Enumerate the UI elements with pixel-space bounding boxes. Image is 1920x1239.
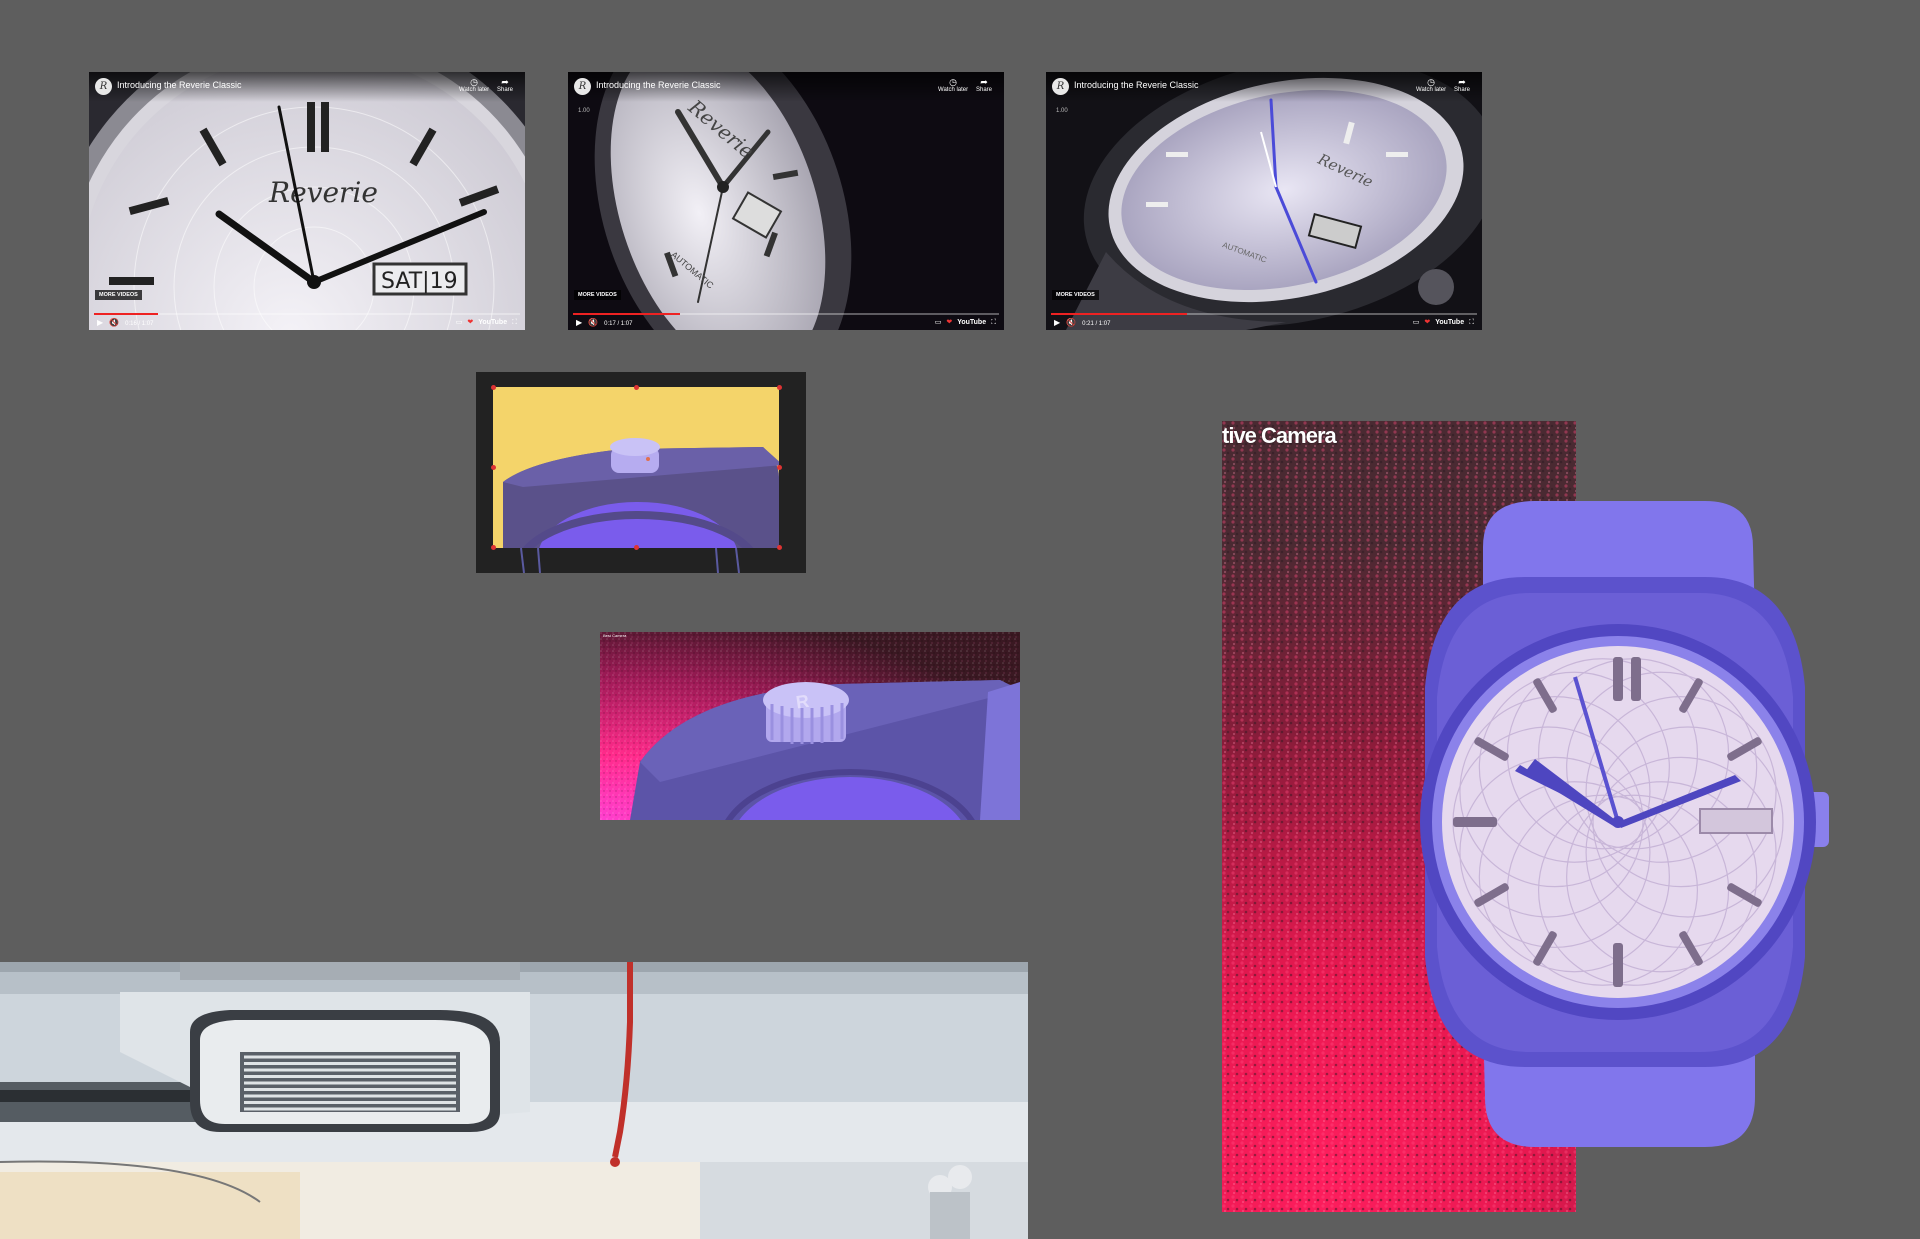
channel-icon[interactable]: R <box>1052 78 1069 95</box>
player-controls: ▶ 🔇 0:21 / 1:07 <box>1054 318 1116 327</box>
watch-closeup-scene: Reverie SAT|19 <box>89 72 525 330</box>
more-videos-button[interactable]: MORE VIDEOS <box>1052 290 1099 300</box>
progress-fill <box>94 313 158 315</box>
dial-brand-text: Reverie <box>268 176 378 209</box>
time-display: 0:16 / 1:07 <box>125 321 154 327</box>
leg-lines <box>520 548 541 573</box>
settings-icon[interactable]: ❤ <box>467 319 473 326</box>
mute-icon[interactable]: 🔇 <box>588 318 598 327</box>
leg-lines <box>715 548 740 573</box>
selection-frame[interactable] <box>493 387 779 548</box>
crown-render-scene: R <box>600 632 1020 820</box>
date-window: SAT|19 <box>381 269 458 294</box>
youtube-logo[interactable]: YouTube <box>478 319 507 326</box>
share-icon: ➦ <box>1458 77 1466 87</box>
mute-icon[interactable]: 🔇 <box>109 318 119 327</box>
progress-bar[interactable] <box>573 313 999 315</box>
date-window <box>1699 808 1773 834</box>
youtube-logo[interactable]: YouTube <box>1435 319 1464 326</box>
player-right-controls: ▭ ❤ YouTube ⛶ <box>930 318 996 327</box>
captions-icon[interactable]: ▭ <box>1413 319 1420 326</box>
progress-bar[interactable] <box>1051 313 1477 315</box>
video-title[interactable]: Introducing the Reverie Classic <box>1074 80 1199 90</box>
resize-handle[interactable] <box>777 385 782 390</box>
captions-icon[interactable]: ▭ <box>935 319 942 326</box>
clock-icon: ◷ <box>470 77 478 87</box>
more-videos-button[interactable]: MORE VIDEOS <box>95 290 142 300</box>
progress-bar[interactable] <box>94 313 520 315</box>
captions-icon[interactable]: ▭ <box>456 319 463 326</box>
progress-fill <box>1051 313 1188 315</box>
watch-illustration[interactable] <box>1375 497 1845 1151</box>
render-preview[interactable]: Best Camera R <box>600 632 1020 820</box>
play-icon[interactable]: ▶ <box>97 318 103 327</box>
youtube-logo[interactable]: YouTube <box>957 319 986 326</box>
clock-icon: ◷ <box>949 77 957 87</box>
watch-side-scene: Reverie AUTOMATIC <box>568 72 1004 330</box>
watch-later-button[interactable]: ◷ Watch later <box>1416 77 1446 93</box>
channel-icon[interactable]: R <box>574 78 591 95</box>
video-title[interactable]: Introducing the Reverie Classic <box>596 80 721 90</box>
settings-icon[interactable]: ❤ <box>946 319 952 326</box>
video-thumbnail-1[interactable]: Reverie SAT|19 R Introducing the Reverie… <box>89 72 525 330</box>
speed-tag: 1.00 <box>1056 108 1068 114</box>
settings-icon[interactable]: ❤ <box>1424 319 1430 326</box>
channel-icon[interactable]: R <box>95 78 112 95</box>
share-icon: ➦ <box>980 77 988 87</box>
player-controls: ▶ 🔇 0:16 / 1:07 <box>97 318 159 327</box>
resize-handle[interactable] <box>634 545 639 550</box>
watch-crown-render <box>503 438 779 548</box>
time-display: 0:17 / 1:07 <box>604 321 633 327</box>
editor-viewport[interactable] <box>476 372 806 573</box>
video-thumbnail-3[interactable]: Reverie AUTOMATIC R Introducing the Reve… <box>1046 72 1482 330</box>
play-icon[interactable]: ▶ <box>576 318 582 327</box>
ceiling-photo <box>0 962 1028 1239</box>
time-display: 0:21 / 1:07 <box>1082 321 1111 327</box>
fullscreen-icon[interactable]: ⛶ <box>512 319 517 326</box>
crown-emblem-icon: R <box>795 691 811 713</box>
share-button[interactable]: ➦ Share <box>1454 77 1470 93</box>
resize-handle[interactable] <box>777 465 782 470</box>
share-icon: ➦ <box>501 77 509 87</box>
clock-icon: ◷ <box>1427 77 1435 87</box>
play-icon[interactable]: ▶ <box>1054 318 1060 327</box>
player-right-controls: ▭ ❤ YouTube ⛶ <box>451 318 517 327</box>
progress-fill <box>573 313 680 315</box>
video-thumbnail-2[interactable]: Reverie AUTOMATIC R Introducing the Reve… <box>568 72 1004 330</box>
more-videos-button[interactable]: MORE VIDEOS <box>574 290 621 300</box>
video-title[interactable]: Introducing the Reverie Classic <box>117 80 242 90</box>
share-button[interactable]: ➦ Share <box>976 77 992 93</box>
player-right-controls: ▭ ❤ YouTube ⛶ <box>1408 318 1474 327</box>
resize-handle[interactable] <box>491 545 496 550</box>
mute-icon[interactable]: 🔇 <box>1066 318 1076 327</box>
fullscreen-icon[interactable]: ⛶ <box>1469 319 1474 326</box>
resize-handle[interactable] <box>634 385 639 390</box>
fullscreen-icon[interactable]: ⛶ <box>991 319 996 326</box>
resize-handle[interactable] <box>491 465 496 470</box>
player-controls: ▶ 🔇 0:17 / 1:07 <box>576 318 638 327</box>
camera-title: tive Camera <box>1222 423 1337 448</box>
resize-handle[interactable] <box>777 545 782 550</box>
watch-later-button[interactable]: ◷ Watch later <box>459 77 489 93</box>
share-button[interactable]: ➦ Share <box>497 77 513 93</box>
watch-angle-scene: Reverie AUTOMATIC <box>1046 72 1482 330</box>
resize-handle[interactable] <box>491 385 496 390</box>
watch-later-button[interactable]: ◷ Watch later <box>938 77 968 93</box>
speed-tag: 1.00 <box>578 108 590 114</box>
